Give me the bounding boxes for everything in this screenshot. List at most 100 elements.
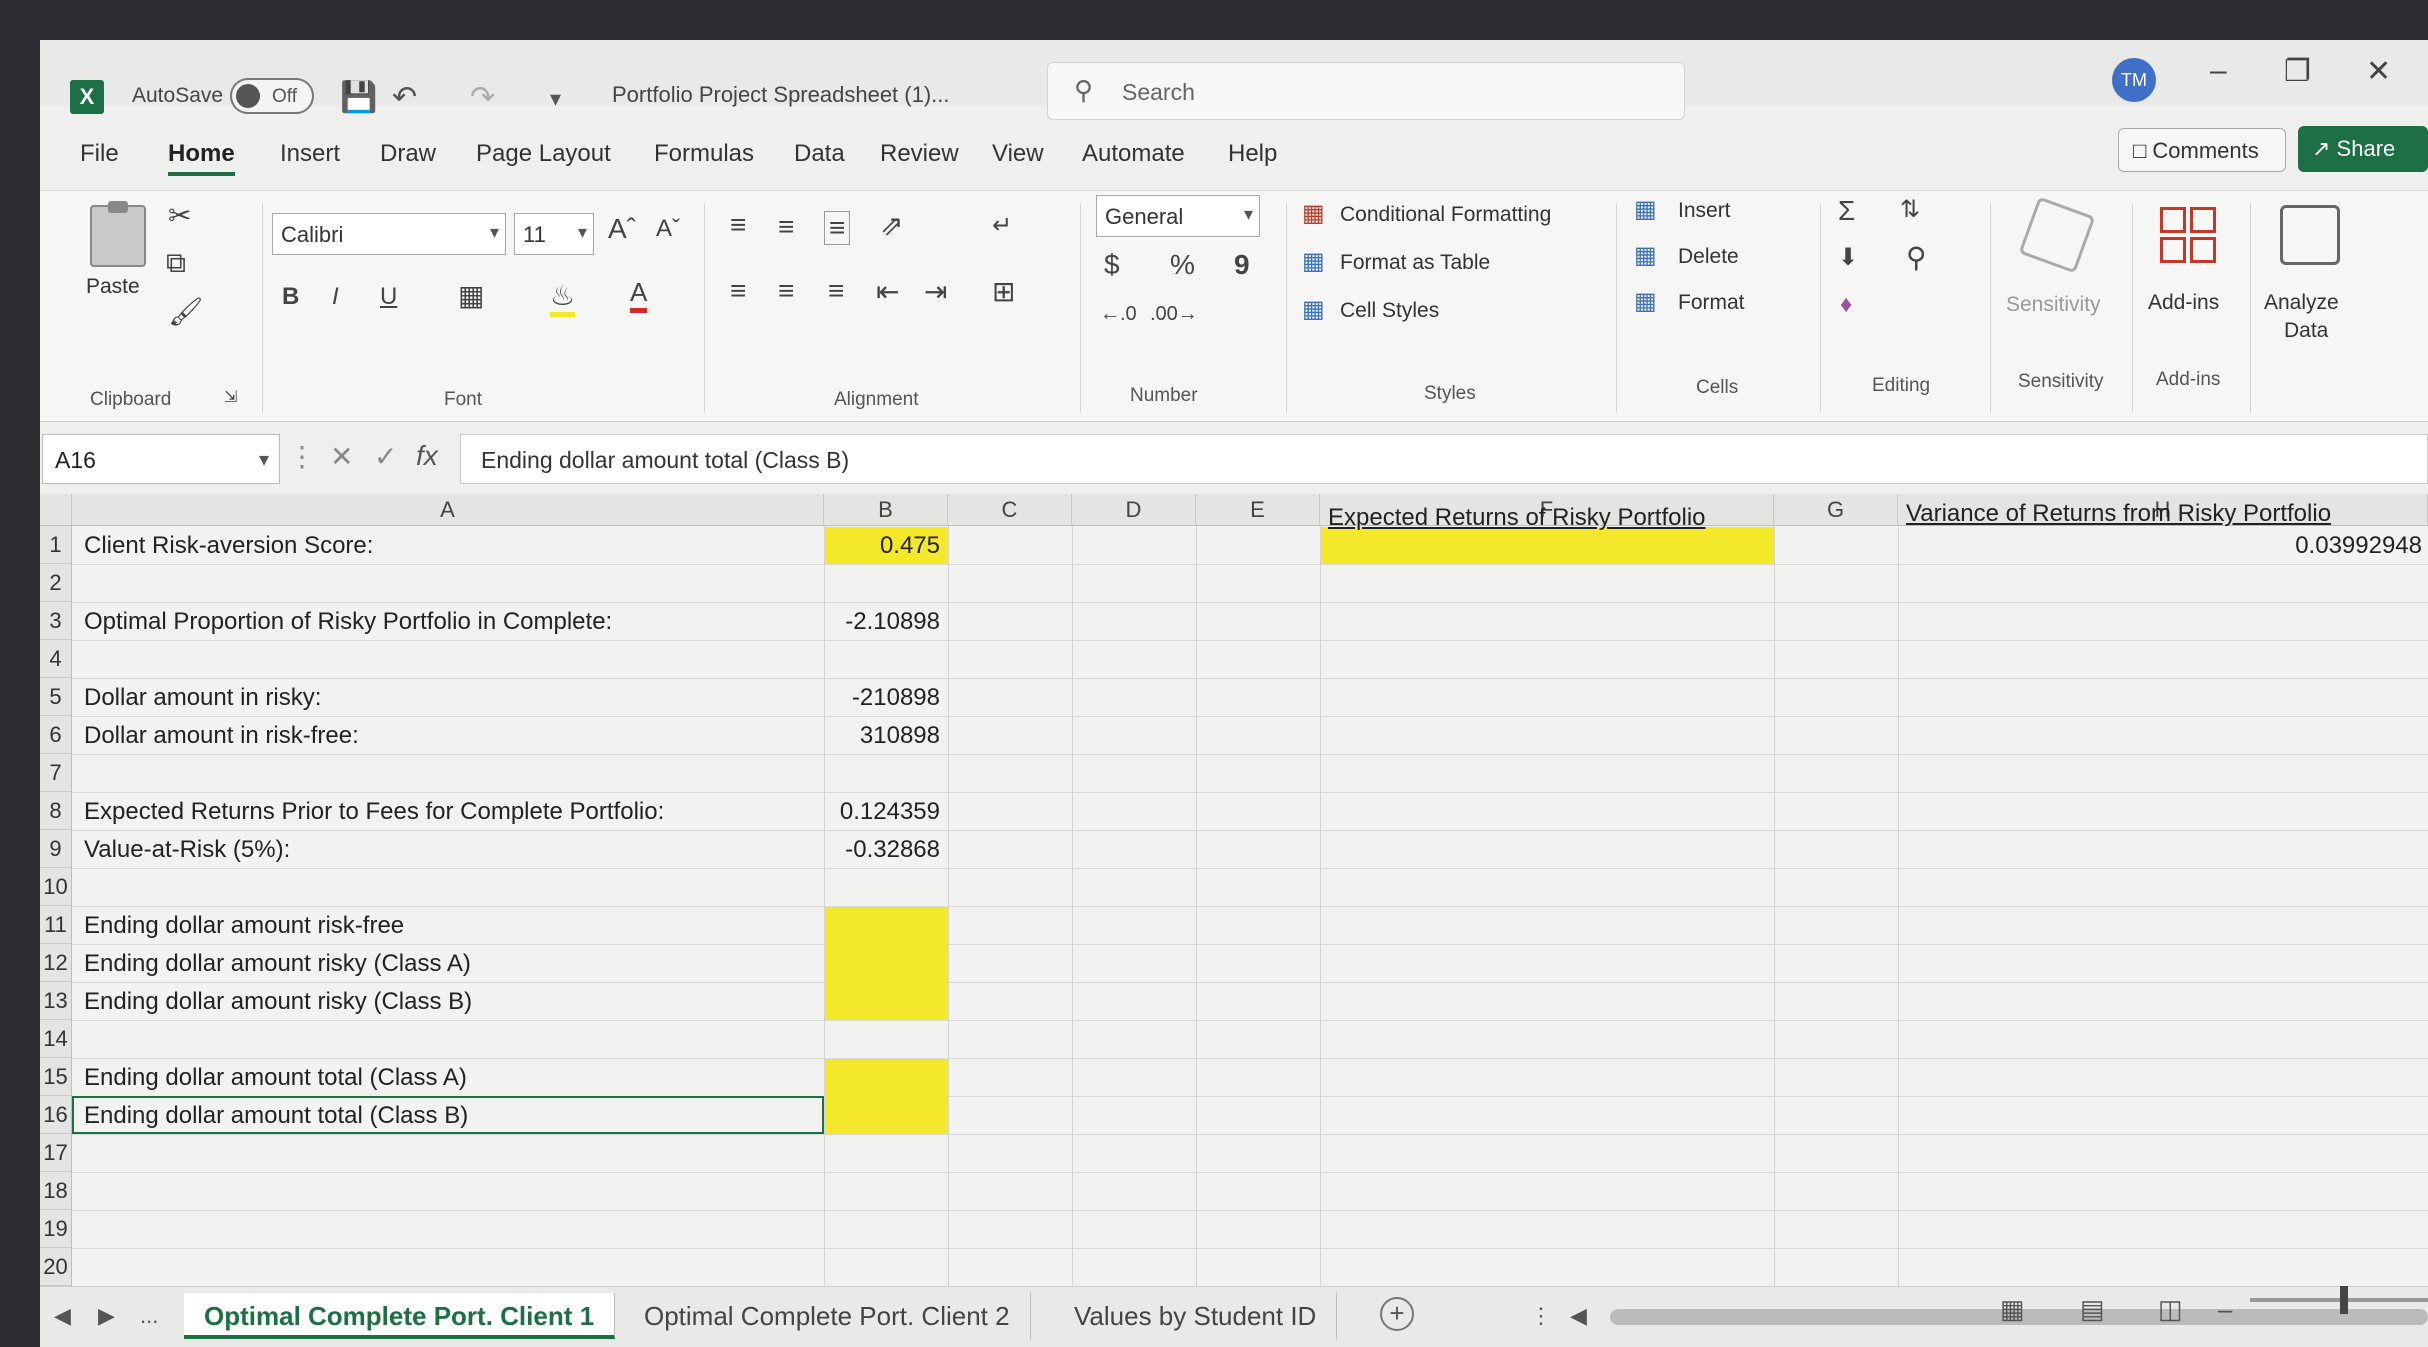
addins-button[interactable]: Add-ins [2148, 291, 2219, 315]
row-header-5[interactable]: 5 [40, 678, 72, 716]
merge-center-icon[interactable]: ⊞ [992, 275, 1015, 308]
cell-b5[interactable]: -210898 [830, 684, 940, 712]
sort-filter-icon[interactable]: ⇅ [1900, 195, 1920, 224]
hscroll-left-icon[interactable]: ◀ [1570, 1303, 1587, 1329]
autosum-icon[interactable]: Σ [1838, 195, 1855, 227]
decrease-font-icon[interactable]: Aˇ [656, 215, 680, 243]
decrease-indent-icon[interactable]: ⇤ [876, 275, 899, 308]
cell-b8[interactable]: 0.124359 [830, 798, 940, 826]
decrease-decimal-icon[interactable]: .00→ [1150, 303, 1198, 326]
sheet-tab-values-by-student-id[interactable]: Values by Student ID [1054, 1293, 1338, 1339]
row-header-12[interactable]: 12 [40, 944, 72, 982]
comments-button[interactable]: □ Comments [2118, 128, 2286, 172]
sensitivity-button[interactable]: Sensitivity [2006, 293, 2101, 317]
paste-icon[interactable] [90, 201, 146, 267]
row-header-13[interactable]: 13 [40, 982, 72, 1020]
tab-review[interactable]: Review [880, 140, 959, 168]
align-bottom-icon[interactable]: ≡ [824, 211, 851, 245]
analyze-data-button[interactable]: Analyze [2264, 291, 2339, 315]
orientation-icon[interactable]: ⇗ [880, 209, 903, 242]
highlighted-cell-f1[interactable] [1321, 527, 1774, 564]
more-sheets-button[interactable]: ... [140, 1303, 158, 1329]
fill-icon[interactable]: ⬇ [1838, 243, 1858, 272]
increase-decimal-icon[interactable]: ←.0 [1100, 303, 1137, 326]
column-header-g[interactable]: G [1774, 494, 1898, 526]
row-header-15[interactable]: 15 [40, 1058, 72, 1096]
column-header-b[interactable]: B [824, 494, 948, 526]
cell-a12[interactable]: Ending dollar amount risky (Class A) [84, 950, 471, 978]
align-center-icon[interactable]: ≡ [778, 275, 794, 307]
number-format-select[interactable]: General ▾ [1096, 195, 1260, 237]
select-all-corner[interactable] [40, 494, 72, 526]
cell-a15[interactable]: Ending dollar amount total (Class A) [84, 1064, 467, 1092]
spreadsheet-grid[interactable]: A B C D E F G H 1 2 3 4 5 6 7 8 9 10 11 … [40, 494, 2428, 1286]
tabbar-options-icon[interactable]: ⋮ [1530, 1303, 1552, 1329]
delete-button[interactable]: Delete [1678, 245, 1739, 269]
cancel-icon[interactable]: ✕ [330, 440, 353, 473]
dialog-launcher-icon[interactable]: ⇲ [224, 387, 237, 407]
insert-function-button[interactable]: fx [416, 440, 438, 472]
cell-a6[interactable]: Dollar amount in risk-free: [84, 722, 359, 750]
cell-a11[interactable]: Ending dollar amount risk-free [84, 912, 404, 940]
zoom-out-icon[interactable]: – [2218, 1294, 2232, 1325]
sheet-tab-client-2[interactable]: Optimal Complete Port. Client 2 [624, 1293, 1031, 1339]
minimize-icon[interactable]: – [2210, 54, 2227, 88]
page-break-view-icon[interactable]: ◫ [2158, 1294, 2183, 1325]
row-header-1[interactable]: 1 [40, 526, 72, 564]
cell-b6[interactable]: 310898 [830, 722, 940, 750]
tab-data[interactable]: Data [794, 140, 845, 168]
cell-a8[interactable]: Expected Returns Prior to Fees for Compl… [84, 798, 664, 826]
sheet-tab-client-1[interactable]: Optimal Complete Port. Client 1 [184, 1293, 616, 1339]
row-header-6[interactable]: 6 [40, 716, 72, 754]
search-box[interactable]: ⚲ Search [1047, 62, 1685, 120]
cell-a1[interactable]: Client Risk-aversion Score: [84, 532, 373, 560]
tab-automate[interactable]: Automate [1082, 140, 1185, 168]
cell-a5[interactable]: Dollar amount in risky: [84, 684, 321, 712]
save-icon[interactable]: 💾 [340, 80, 377, 115]
row-header-19[interactable]: 19 [40, 1210, 72, 1248]
tab-home[interactable]: Home [168, 140, 235, 176]
conditional-formatting-button[interactable]: Conditional Formatting [1340, 203, 1551, 227]
normal-view-icon[interactable]: ▦ [2000, 1294, 2025, 1325]
comma-style-button[interactable]: 9 [1234, 249, 1250, 281]
row-header-16[interactable]: 16 [40, 1096, 72, 1134]
tab-help[interactable]: Help [1228, 140, 1277, 168]
column-header-a[interactable]: A [72, 494, 824, 526]
row-header-18[interactable]: 18 [40, 1172, 72, 1210]
enter-icon[interactable]: ✓ [374, 440, 397, 473]
align-top-icon[interactable]: ≡ [730, 209, 746, 241]
zoom-slider[interactable] [2250, 1298, 2428, 1302]
restore-icon[interactable]: ❐ [2284, 54, 2311, 89]
wrap-text-icon[interactable]: ↵ [992, 211, 1012, 240]
name-box[interactable]: A16 ▾ [42, 434, 280, 484]
row-header-9[interactable]: 9 [40, 830, 72, 868]
align-left-icon[interactable]: ≡ [730, 275, 746, 307]
close-icon[interactable]: ✕ [2366, 54, 2391, 89]
row-header-4[interactable]: 4 [40, 640, 72, 678]
font-color-icon[interactable]: A [630, 277, 648, 313]
underline-button[interactable]: U [380, 283, 397, 311]
cell-f-header[interactable]: Expected Returns of Risky Portfolio [1328, 504, 1706, 532]
percent-button[interactable]: % [1170, 249, 1195, 281]
cell-b9[interactable]: -0.32868 [830, 836, 940, 864]
row-header-7[interactable]: 7 [40, 754, 72, 792]
increase-indent-icon[interactable]: ⇥ [924, 275, 947, 308]
selected-cell-a16[interactable] [72, 1096, 824, 1134]
find-select-icon[interactable]: ⚲ [1906, 241, 1927, 274]
cell-h-header[interactable]: Variance of Returns from Risky Portfolio [1906, 500, 2331, 528]
tab-draw[interactable]: Draw [380, 140, 436, 168]
page-layout-view-icon[interactable]: ▤ [2080, 1294, 2105, 1325]
increase-font-icon[interactable]: Aˆ [608, 213, 636, 245]
row-header-14[interactable]: 14 [40, 1020, 72, 1058]
customize-toolbar-icon[interactable]: ▾ [550, 86, 561, 112]
share-button[interactable]: ↗ Share [2298, 126, 2428, 172]
user-avatar[interactable]: TM [2112, 58, 2156, 102]
add-sheet-button[interactable]: + [1380, 1297, 1414, 1331]
cell-h-value[interactable]: 0.03992948 [1906, 532, 2422, 560]
tab-formulas[interactable]: Formulas [654, 140, 754, 168]
column-header-d[interactable]: D [1072, 494, 1196, 526]
cell-b3[interactable]: -2.10898 [830, 608, 940, 636]
cell-styles-button[interactable]: Cell Styles [1340, 299, 1439, 323]
italic-button[interactable]: I [332, 283, 339, 311]
tab-view[interactable]: View [992, 140, 1044, 168]
